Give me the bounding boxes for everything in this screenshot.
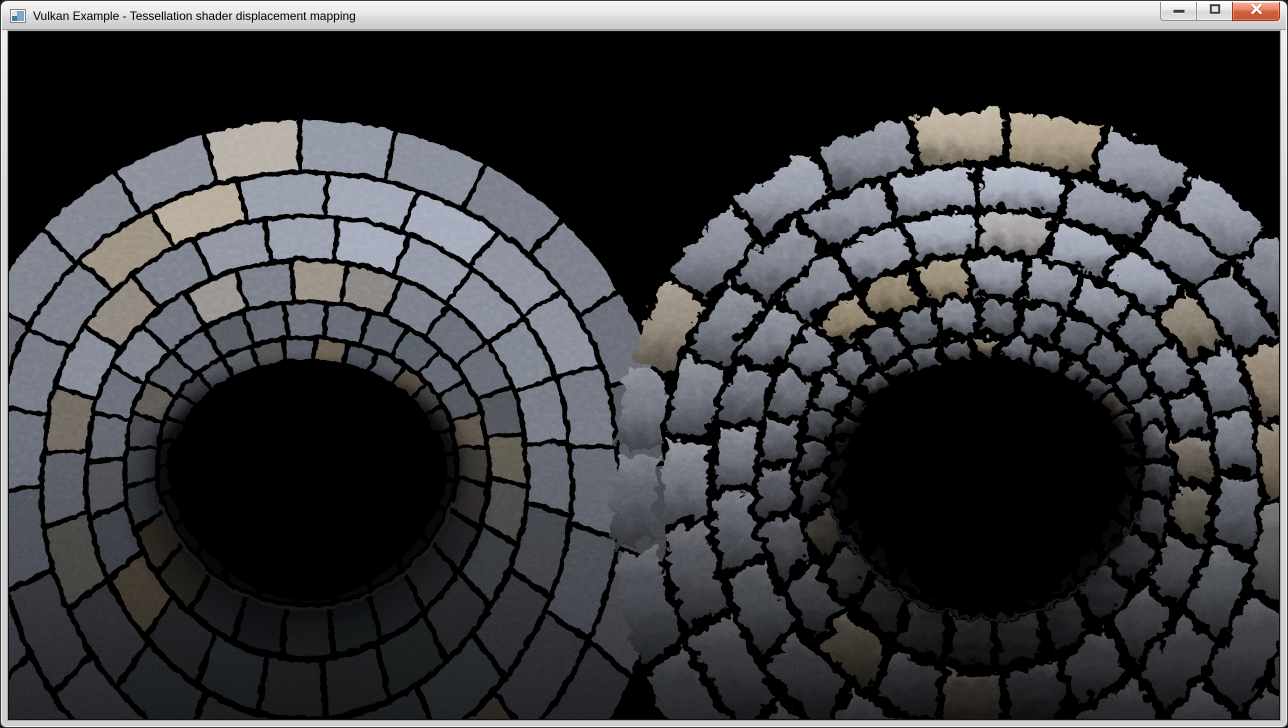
window-title: Vulkan Example - Tessellation shader dis… [33,9,356,23]
close-icon [1250,2,1263,20]
maximize-button[interactable] [1196,2,1233,21]
app-icon [10,8,26,24]
app-window: Vulkan Example - Tessellation shader dis… [0,0,1288,728]
minimize-button[interactable] [1160,2,1197,21]
minimize-icon [1173,2,1185,20]
render-viewport[interactable] [8,31,1280,720]
window-controls [1160,2,1280,21]
stone-mottle-overlay [9,32,1279,719]
close-button[interactable] [1232,2,1280,21]
titlebar[interactable]: Vulkan Example - Tessellation shader dis… [2,2,1286,30]
maximize-icon [1209,2,1221,20]
scene-canvas [9,32,1279,719]
